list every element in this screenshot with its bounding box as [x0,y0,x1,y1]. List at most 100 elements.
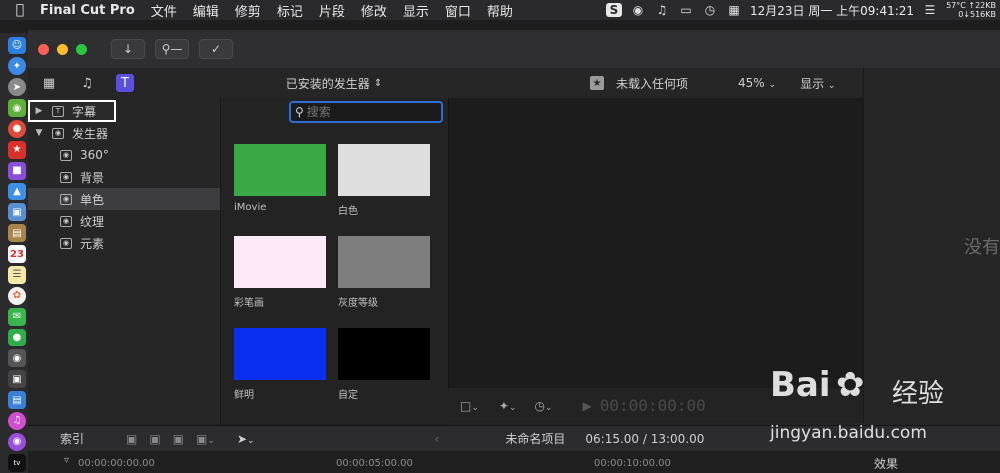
zoom-button[interactable] [76,43,87,55]
music-icon[interactable]: ♫ [654,3,670,17]
audio-icon[interactable]: ♫ [78,74,96,92]
transform-button[interactable]: ✦⌄ [499,399,517,413]
airplay-icon[interactable]: ▭ [678,3,694,17]
menu-clip[interactable]: 片段 [319,1,345,20]
sidebar-item-elements[interactable]: ◉ 元素 [28,232,220,254]
messages-icon[interactable]: ✉ [8,307,26,326]
display-popup[interactable]: 显示 ⌄ [800,75,835,92]
window-titlebar: ↓ ⚲— ✓ [28,30,1000,68]
overwrite-clip-icon[interactable]: ▣⌄ [196,432,215,446]
playhead-icon[interactable]: ▿ [64,455,69,466]
menu-modify[interactable]: 修改 [361,1,387,20]
ruler-mark: 00:00:00:00.00 [78,458,155,469]
search-input[interactable] [306,105,427,119]
app-purple-icon[interactable]: ■ [8,161,26,180]
menu-edit[interactable]: 编辑 [193,1,219,20]
clapper-icon[interactable]: ▦ [40,74,58,92]
sidebar-item-generators[interactable]: ▼ ◉ 发生器 [28,122,220,144]
back-chevron-icon[interactable]: ‹ [435,432,440,446]
system-stats[interactable]: 57°C ↑22KB 0↓516KB [946,1,996,19]
close-button[interactable] [38,43,49,55]
app-menu-name[interactable]: Final Cut Pro [40,3,135,18]
keywords-button[interactable]: ⚲— [155,39,189,59]
sidebar-item-360[interactable]: ◉ 360° [28,144,220,166]
dock: ☺ ✦ ➤ ◉ ● ★ ■ ▲ ▣ ▤ 23 ☰ ✿ ✉ ● ◉ ▣ ▤ ♫ ◉… [0,33,28,473]
menubar-clock[interactable]: 12月23日 周一 上午09:41:21 [750,2,914,19]
select-tool-icon[interactable]: ➤⌄ [237,432,255,446]
globe-icon[interactable]: ◉ [630,3,646,17]
generator-thumb-vivid[interactable] [234,328,326,380]
facetime-icon[interactable]: ◉ [8,349,26,368]
chevron-down-icon: ⌄ [768,80,777,90]
generator-thumb-custom[interactable] [338,328,430,380]
zoom-popup[interactable]: 45% ⌄ [738,76,776,90]
android-icon[interactable]: ◉ [8,99,26,117]
star-icon: ★ [590,76,604,90]
retime-button[interactable]: ◷⌄ [535,399,553,413]
sidebar-item-backgrounds[interactable]: ◉ 背景 [28,166,220,188]
import-button[interactable]: ↓ [111,39,145,59]
app-s-icon[interactable]: S [605,3,622,17]
minimize-button[interactable] [57,43,68,55]
viewer-canvas[interactable] [448,98,863,388]
view-options-button[interactable]: □⌄ [460,399,479,413]
menu-file[interactable]: 文件 [151,1,177,20]
generator-thumb-pastels[interactable] [234,236,326,288]
apple-icon[interactable]:  [0,2,40,18]
filter-label: 已安装的发生器 [285,76,370,91]
chrome-icon[interactable]: ● [8,119,26,138]
app-gray-icon[interactable]: ▣ [8,370,26,389]
timecode-display[interactable]: 00:00:00:00 [600,396,706,415]
calendar-icon[interactable]: ▦ [726,3,742,17]
search-field[interactable]: ⚲ [289,101,443,123]
finder-icon[interactable]: ☺ [8,36,26,55]
disclosure-right-icon[interactable]: ▶ [32,106,46,116]
insert-clip-icon[interactable]: ▣ [149,432,160,446]
app-blue-icon[interactable]: ▲ [8,182,26,201]
generator-icon: ◉ [60,171,72,183]
append-clip-icon[interactable]: ▣ [173,432,184,446]
generator-icon: ◉ [60,193,72,205]
generator-thumb-white[interactable] [338,144,430,196]
menu-mark[interactable]: 标记 [277,1,303,20]
sidebar-item-captions[interactable]: ▶ T 字幕 [28,100,220,122]
checkmark-icon: ✓ [210,42,222,56]
sidebar-item-solids[interactable]: ◉ 单色 [28,188,220,210]
launchpad-icon[interactable]: ➤ [8,78,26,97]
watermark-brand: Bai [770,365,831,405]
key-icon: ⚲— [161,42,183,56]
index-button[interactable]: 索引 [60,430,84,447]
notes-icon[interactable]: ☰ [8,265,26,284]
generator-thumb-grays[interactable] [338,236,430,288]
time-machine-icon[interactable]: ◷ [702,3,718,17]
menu-list-icon[interactable]: ☰ [922,3,938,17]
safari-icon[interactable]: ✦ [8,57,26,76]
calendar-app-icon[interactable]: 23 [8,245,26,263]
connect-clip-icon[interactable]: ▣ [126,432,137,446]
frame-icon: □ [460,398,472,413]
sidebar-item-label: 发生器 [72,126,109,141]
preview-icon[interactable]: ▣ [8,203,26,222]
app-red-icon[interactable]: ★ [8,140,26,159]
podcasts-icon[interactable]: ◉ [8,432,26,451]
titles-generators-icon[interactable]: T [116,74,134,92]
photos-icon[interactable]: ✿ [8,286,26,305]
play-button[interactable]: ▶ [583,399,592,413]
keynote-icon[interactable]: ▤ [8,391,26,409]
chevron-down-icon: ⌄ [544,402,553,413]
baidu-jingyan-watermark: Bai ✿ 经验 jingyan.baidu.com [770,365,990,460]
menu-help[interactable]: 帮助 [487,1,513,20]
background-tasks-button[interactable]: ✓ [199,39,233,59]
disclosure-down-icon[interactable]: ▼ [32,128,46,138]
menu-window[interactable]: 窗口 [445,1,471,20]
appletv-icon[interactable]: tv [8,453,26,472]
itunes-icon[interactable]: ♫ [8,411,26,430]
menu-view[interactable]: 显示 [403,1,429,20]
notebook-icon[interactable]: ▤ [8,224,26,243]
watermark-brand-cn: 经验 [892,379,945,409]
menu-trim[interactable]: 修剪 [235,1,261,20]
generator-thumb-imovie[interactable] [234,144,326,196]
installed-generators-popup[interactable]: 已安装的发生器 ⇕ [220,68,448,98]
wechat-icon[interactable]: ● [8,328,26,347]
sidebar-item-textures[interactable]: ◉ 纹理 [28,210,220,232]
